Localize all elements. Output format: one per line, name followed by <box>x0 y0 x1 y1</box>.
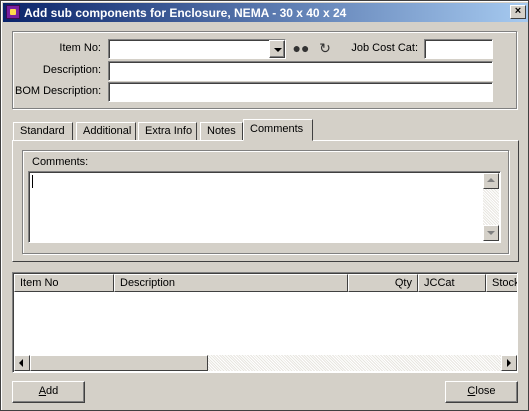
tab-comments-label: Comments <box>250 123 304 135</box>
column-header-description-label: Description <box>120 277 176 289</box>
column-header-qty[interactable]: Qty <box>348 274 418 292</box>
scroll-left-icon[interactable] <box>14 355 30 371</box>
item-no-combobox[interactable] <box>108 39 286 59</box>
scroll-down-icon[interactable] <box>483 225 499 241</box>
bom-description-field[interactable] <box>108 82 493 102</box>
close-button-label: lose <box>475 385 496 397</box>
text-caret <box>32 175 33 188</box>
item-no-label: Item No: <box>59 42 101 54</box>
app-icon <box>6 5 20 19</box>
components-grid[interactable]: Item No Description Qty JCCat Stock <box>12 272 518 373</box>
refresh-icon[interactable]: ↻ <box>316 39 334 57</box>
column-header-stock-label: Stock <box>492 277 517 289</box>
column-header-jccat[interactable]: JCCat <box>418 274 486 292</box>
tab-standard[interactable]: Standard <box>13 122 73 141</box>
job-cost-cat-label: Job Cost Cat: <box>351 42 418 54</box>
tab-notes-label: Notes <box>207 125 236 137</box>
column-header-stock[interactable]: Stock <box>486 274 517 292</box>
close-window-button[interactable]: × <box>510 5 526 19</box>
tab-extra-info[interactable]: Extra Info <box>138 122 197 141</box>
grid-horizontal-scrollbar[interactable] <box>14 355 517 371</box>
title-bar[interactable]: Add sub components for Enclosure, NEMA -… <box>3 3 528 22</box>
add-button-label: dd <box>46 385 59 397</box>
tab-additional[interactable]: Additional <box>76 122 136 141</box>
column-header-item-no[interactable]: Item No <box>14 274 114 292</box>
tab-comments[interactable]: Comments <box>243 119 313 141</box>
description-label: Description: <box>42 64 101 76</box>
close-button[interactable]: Close <box>445 381 518 403</box>
description-field[interactable] <box>108 61 493 81</box>
grid-header: Item No Description Qty JCCat Stock <box>14 274 517 292</box>
bom-description-label: BOM Description: <box>15 85 102 97</box>
tab-standard-label: Standard <box>20 125 65 137</box>
comments-vertical-scrollbar[interactable] <box>483 173 499 241</box>
scroll-up-icon[interactable] <box>483 173 499 189</box>
tab-extra-info-label: Extra Info <box>145 125 193 137</box>
tab-notes[interactable]: Notes <box>200 122 243 141</box>
column-header-description[interactable]: Description <box>114 274 348 292</box>
scroll-right-icon[interactable] <box>501 355 517 371</box>
add-button-accel: A <box>38 385 47 397</box>
add-button[interactable]: Add <box>12 381 85 403</box>
comments-label: Comments: <box>32 156 89 168</box>
column-header-item-no-label: Item No <box>20 277 59 289</box>
window-title: Add sub components for Enclosure, NEMA -… <box>24 6 347 20</box>
column-header-jccat-label: JCCat <box>424 277 455 289</box>
column-header-qty-label: Qty <box>394 277 412 289</box>
dialog-window: Add sub components for Enclosure, NEMA -… <box>0 0 529 411</box>
job-cost-cat-field[interactable] <box>424 39 493 59</box>
comments-textarea[interactable] <box>28 171 501 243</box>
scrollbar-thumb[interactable] <box>30 355 208 371</box>
binoculars-icon[interactable]: ●● <box>292 39 310 57</box>
chevron-down-icon[interactable] <box>269 40 285 58</box>
tab-additional-label: Additional <box>83 125 132 137</box>
